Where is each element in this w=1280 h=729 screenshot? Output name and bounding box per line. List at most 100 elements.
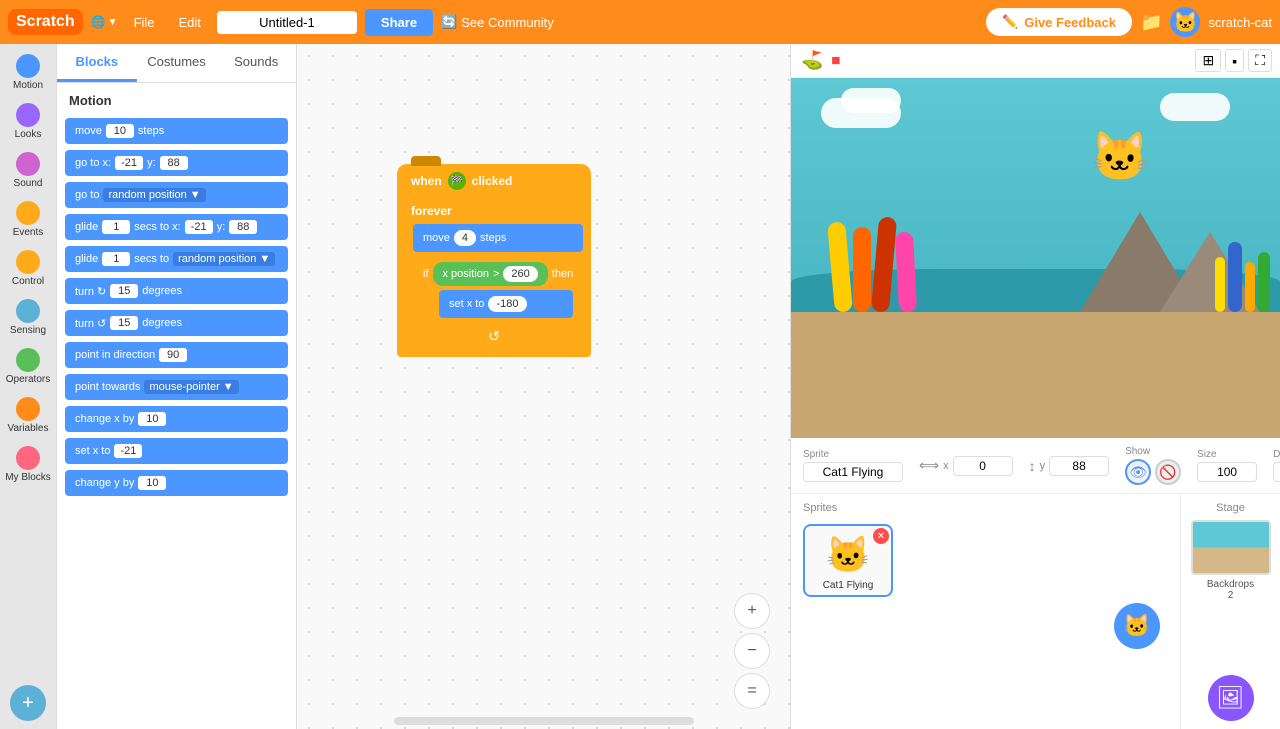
category-events[interactable]: Events (0, 195, 56, 244)
layout-fullscreen-button[interactable]: ⛶ (1248, 49, 1272, 72)
block-change-x[interactable]: change x by 10 (65, 406, 288, 432)
myblocks-dot (16, 446, 40, 470)
category-myblocks[interactable]: My Blocks (0, 440, 56, 489)
set-x-block[interactable]: set x to -180 (439, 290, 573, 318)
give-feedback-button[interactable]: ✏️ Give Feedback (986, 8, 1132, 36)
see-community-button[interactable]: 🔄 See Community (441, 14, 554, 30)
turn-cw-input[interactable]: 15 (110, 284, 138, 298)
block-point-towards[interactable]: point towards mouse-pointer ▼ (65, 374, 288, 400)
block-move-steps[interactable]: move 10 steps (65, 118, 288, 144)
block-glide-xy[interactable]: glide 1 secs to x: -21 y: 88 (65, 214, 288, 240)
if-block[interactable]: if x position > 260 then (413, 256, 583, 324)
turn-ccw-degrees: degrees (142, 317, 182, 329)
sprite-direction-field[interactable] (1273, 462, 1280, 482)
move-block[interactable]: move 4 steps (413, 224, 583, 252)
language-selector[interactable]: 🌐 ▼ (91, 15, 118, 29)
change-y-input[interactable]: 10 (138, 476, 166, 490)
folder-icon[interactable]: 📁 (1140, 12, 1162, 33)
block-goto-xy[interactable]: go to x: -21 y: 88 (65, 150, 288, 176)
goto-position-dropdown[interactable]: random position ▼ (103, 188, 205, 202)
glide-position-dropdown[interactable]: random position ▼ (173, 252, 275, 266)
add-backdrop-button[interactable]: 🖼 (1208, 675, 1254, 721)
scratch-logo[interactable]: Scratch (8, 9, 83, 35)
sound-dot (16, 152, 40, 176)
tab-blocks[interactable]: Blocks (57, 44, 137, 82)
flag-icon: 🏁 (448, 172, 466, 190)
show-visible-button[interactable]: 👁 (1125, 459, 1151, 485)
add-extension-button[interactable]: + (10, 685, 46, 721)
glide-y-input[interactable]: 88 (229, 220, 257, 234)
green-flag-button[interactable]: ⛳ (799, 48, 825, 73)
sprite-size-field[interactable] (1197, 462, 1257, 482)
glide-secs-label: secs to x: (134, 221, 180, 233)
edit-menu[interactable]: Edit (171, 11, 209, 34)
tab-sounds[interactable]: Sounds (216, 44, 296, 82)
block-change-y[interactable]: change y by 10 (65, 470, 288, 496)
stage-thumbnail[interactable] (1191, 520, 1271, 575)
block-glide-random[interactable]: glide 1 secs to random position ▼ (65, 246, 288, 272)
glide-y-label: y: (217, 221, 226, 233)
zoom-in-button[interactable]: + (734, 593, 770, 629)
zoom-out-button[interactable]: − (734, 633, 770, 669)
sprite-x-field[interactable] (953, 456, 1013, 476)
sprite-info-row: Sprite ⟺ x ↕ y Show 👁 🚫 Size (791, 438, 1280, 494)
horizontal-scrollbar[interactable] (394, 717, 694, 725)
add-sprite-button[interactable]: 🐱 (1114, 603, 1160, 649)
project-title-input[interactable] (217, 11, 357, 34)
forever-label: forever (397, 198, 591, 224)
user-avatar[interactable]: 🐱 (1170, 7, 1200, 37)
show-hidden-button[interactable]: 🚫 (1155, 459, 1181, 485)
category-sound[interactable]: Sound (0, 146, 56, 195)
glide-secs-input[interactable]: 1 (102, 220, 130, 234)
point-dir-input[interactable]: 90 (159, 348, 187, 362)
sprite-close-button[interactable]: ✕ (873, 528, 889, 544)
zoom-reset-button[interactable]: = (734, 673, 770, 709)
forever-block[interactable]: forever move 4 steps if (397, 198, 591, 357)
move-val[interactable]: 4 (454, 230, 476, 246)
category-looks[interactable]: Looks (0, 97, 56, 146)
sprite-thumb-cat[interactable]: ✕ 🐱 Cat1 Flying (803, 524, 893, 597)
looks-dot (16, 103, 40, 127)
share-button[interactable]: Share (365, 9, 433, 36)
category-operators[interactable]: Operators (0, 342, 56, 391)
motion-dot (16, 54, 40, 78)
cloud-2 (841, 88, 901, 113)
category-looks-label: Looks (15, 129, 42, 140)
sprite-name-field[interactable] (803, 462, 903, 482)
move-steps-input[interactable]: 10 (106, 124, 134, 138)
tab-costumes[interactable]: Costumes (137, 44, 217, 82)
change-y-label: change y by (75, 477, 134, 489)
turn-ccw-input[interactable]: 15 (110, 316, 138, 330)
stage-backdrops: Backdrops 2 (1207, 579, 1254, 601)
block-goto-random[interactable]: go to random position ▼ (65, 182, 288, 208)
category-sensing-label: Sensing (10, 325, 46, 336)
glide2-secs-input[interactable]: 1 (102, 252, 130, 266)
block-set-x[interactable]: set x to -21 (65, 438, 288, 464)
community-icon: 🔄 (441, 14, 457, 30)
stop-button[interactable]: ⏹ (829, 48, 842, 73)
block-point-direction[interactable]: point in direction 90 (65, 342, 288, 368)
category-sensing[interactable]: Sensing (0, 293, 56, 342)
change-x-input[interactable]: 10 (138, 412, 166, 426)
steps-label: steps (138, 125, 164, 137)
file-menu[interactable]: File (126, 11, 163, 34)
sprite-y-field[interactable] (1049, 456, 1109, 476)
category-control[interactable]: Control (0, 244, 56, 293)
layout-normal-button[interactable]: ▪ (1225, 49, 1244, 72)
gt-val[interactable]: 260 (503, 266, 537, 282)
set-x-inner-val[interactable]: -180 (488, 296, 526, 312)
goto-y-input[interactable]: 88 (160, 156, 188, 170)
condition-block[interactable]: x position > 260 (433, 262, 548, 286)
set-x-input[interactable]: -21 (114, 444, 142, 458)
category-variables[interactable]: Variables (0, 391, 56, 440)
user-name[interactable]: scratch-cat (1208, 15, 1272, 30)
glide-x-input[interactable]: -21 (185, 220, 213, 234)
block-turn-cw[interactable]: turn ↻ 15 degrees (65, 278, 288, 304)
layout-small-button[interactable]: ⊞ (1195, 49, 1221, 72)
goto-x-input[interactable]: -21 (115, 156, 143, 170)
hat-block[interactable]: when 🏁 clicked (397, 164, 591, 198)
block-turn-ccw[interactable]: turn ↺ 15 degrees (65, 310, 288, 336)
point-towards-dropdown[interactable]: mouse-pointer ▼ (144, 380, 238, 394)
category-motion[interactable]: Motion (0, 48, 56, 97)
glide2-label: glide (75, 253, 98, 265)
